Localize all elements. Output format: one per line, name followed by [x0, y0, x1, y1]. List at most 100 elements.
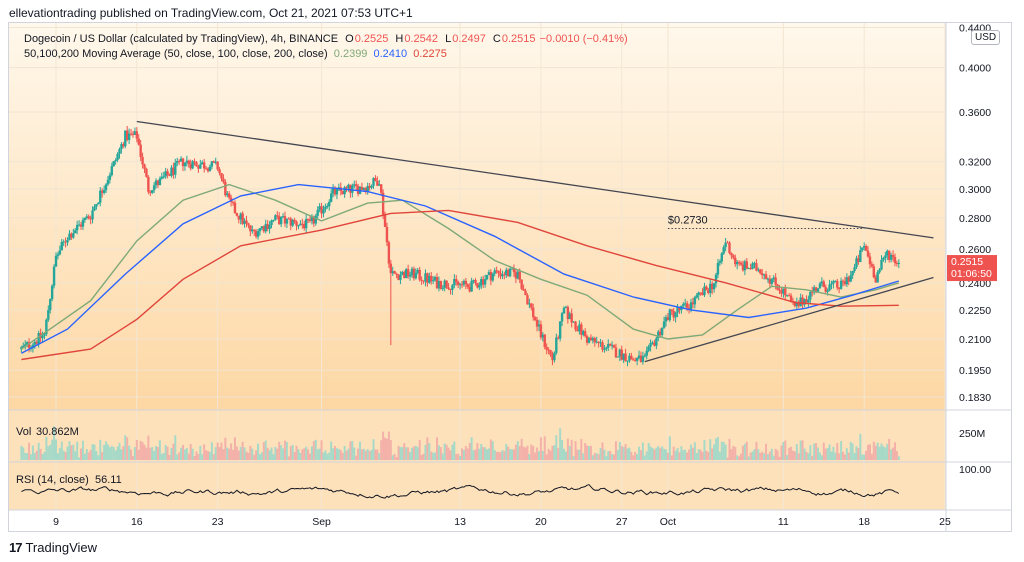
candle-body: [418, 269, 421, 280]
volume-bar: [715, 438, 718, 460]
volume-bar: [813, 443, 816, 460]
candle-body: [272, 219, 275, 221]
volume-bar: [258, 454, 261, 460]
volume-bar: [153, 451, 156, 460]
volume-bar: [118, 442, 121, 460]
candle-body: [231, 201, 235, 203]
time-tick-label: 9: [53, 516, 59, 528]
volume-bar: [432, 452, 435, 460]
volume-bar: [572, 456, 575, 460]
candle-body: [882, 257, 885, 260]
volume-bar: [105, 441, 108, 460]
volume-bar: [559, 428, 562, 460]
volume-bar: [399, 447, 402, 460]
chart-canvas[interactable]: 0.44000.40000.36000.32000.30000.28000.26…: [9, 23, 1012, 532]
candle-body: [655, 338, 658, 346]
candle-body: [216, 161, 219, 170]
candle-body: [555, 337, 558, 353]
volume-bar: [233, 437, 236, 460]
volume-bar: [655, 447, 658, 460]
volume-bar: [487, 448, 490, 460]
candle-body: [81, 219, 85, 227]
volume-bar: [801, 440, 804, 460]
volume-bar: [455, 454, 458, 460]
volume-bar: [174, 435, 177, 460]
volume-bar: [713, 444, 716, 460]
volume-bar: [410, 447, 413, 460]
ma-legend[interactable]: 50,100,200 Moving Average (50, close, 10…: [24, 48, 447, 60]
volume-bar: [272, 454, 275, 460]
volume-bar: [690, 444, 692, 460]
volume-bar: [210, 442, 213, 460]
volume-bar: [761, 451, 764, 460]
price-annotation[interactable]: $0.2730: [668, 215, 708, 227]
volume-bar: [374, 449, 377, 460]
candle-body: [145, 168, 148, 177]
candle-body: [818, 283, 822, 289]
volume-bar: [78, 457, 81, 460]
volume-bar: [106, 444, 109, 460]
price-tick-label: 0.4000: [959, 63, 991, 75]
rsi-pane-background: [9, 462, 946, 510]
time-axis[interactable]: 9 16 23 Sep 13 20 27 Oct 11 18 25: [53, 516, 951, 528]
volume-bar: [81, 440, 84, 460]
volume-bar: [751, 451, 754, 460]
volume-bar: [688, 449, 691, 460]
volume-bar: [151, 447, 154, 460]
volume-bar: [697, 449, 700, 460]
candle-body: [641, 356, 645, 362]
currency-badge[interactable]: USD: [971, 30, 1001, 45]
symbol-legend[interactable]: Dogecoin / US Dollar (calculated by Trad…: [24, 33, 628, 45]
candle-body: [870, 264, 874, 267]
volume-bar: [430, 451, 433, 460]
candle-body: [202, 162, 206, 169]
volume-bar: [549, 450, 552, 460]
volume-bar: [382, 431, 385, 460]
volume-bar: [170, 447, 173, 460]
volume-bar: [370, 449, 373, 460]
candle-body: [891, 254, 895, 257]
candle-body: [668, 309, 672, 321]
volume-bar: [770, 448, 773, 460]
volume-bar: [895, 451, 898, 460]
volume-bar: [645, 451, 648, 460]
price-axis[interactable]: 0.44000.40000.36000.32000.30000.28000.26…: [959, 23, 991, 404]
candle-body: [431, 280, 435, 282]
volume-bar: [162, 453, 165, 460]
volume-bar: [305, 446, 308, 460]
volume-bar: [424, 444, 427, 460]
footer-brand[interactable]: 17 TradingView: [9, 540, 97, 555]
candle-body: [474, 279, 477, 283]
volume-bar: [224, 437, 227, 460]
volume-bar: [740, 453, 743, 460]
candle-body: [605, 347, 608, 349]
volume-bar: [722, 441, 725, 460]
candle-body: [616, 356, 620, 358]
candle-body: [872, 266, 876, 278]
candle-body: [839, 280, 843, 289]
volume-bar: [299, 452, 302, 460]
volume-bar: [451, 444, 454, 460]
volume-bar: [736, 455, 739, 460]
volume-bar: [728, 438, 731, 460]
candle-body: [508, 268, 512, 277]
price-tick-label: 0.1950: [959, 365, 991, 377]
candle-body: [714, 274, 718, 284]
publisher-caption: ellevationtrading published on TradingVi…: [9, 6, 413, 20]
volume-bar: [29, 454, 32, 460]
candle-body: [828, 284, 831, 291]
chart-frame[interactable]: 0.4400 0.4000 0.3600 0.3200 0.3000 0.2800 0.26…: [8, 22, 1012, 532]
candle-body: [583, 331, 587, 337]
volume-bar: [657, 446, 660, 460]
candle-body: [705, 286, 708, 291]
volume-bar: [464, 445, 467, 460]
volume-bar: [297, 449, 300, 460]
volume-bar: [393, 454, 396, 460]
volume-bar: [99, 439, 102, 460]
volume-bar: [874, 445, 877, 460]
volume-bar: [495, 451, 498, 460]
volume-bar: [537, 451, 540, 460]
candle-body: [764, 274, 768, 279]
candle-body: [328, 201, 331, 206]
volume-bar: [870, 453, 873, 460]
